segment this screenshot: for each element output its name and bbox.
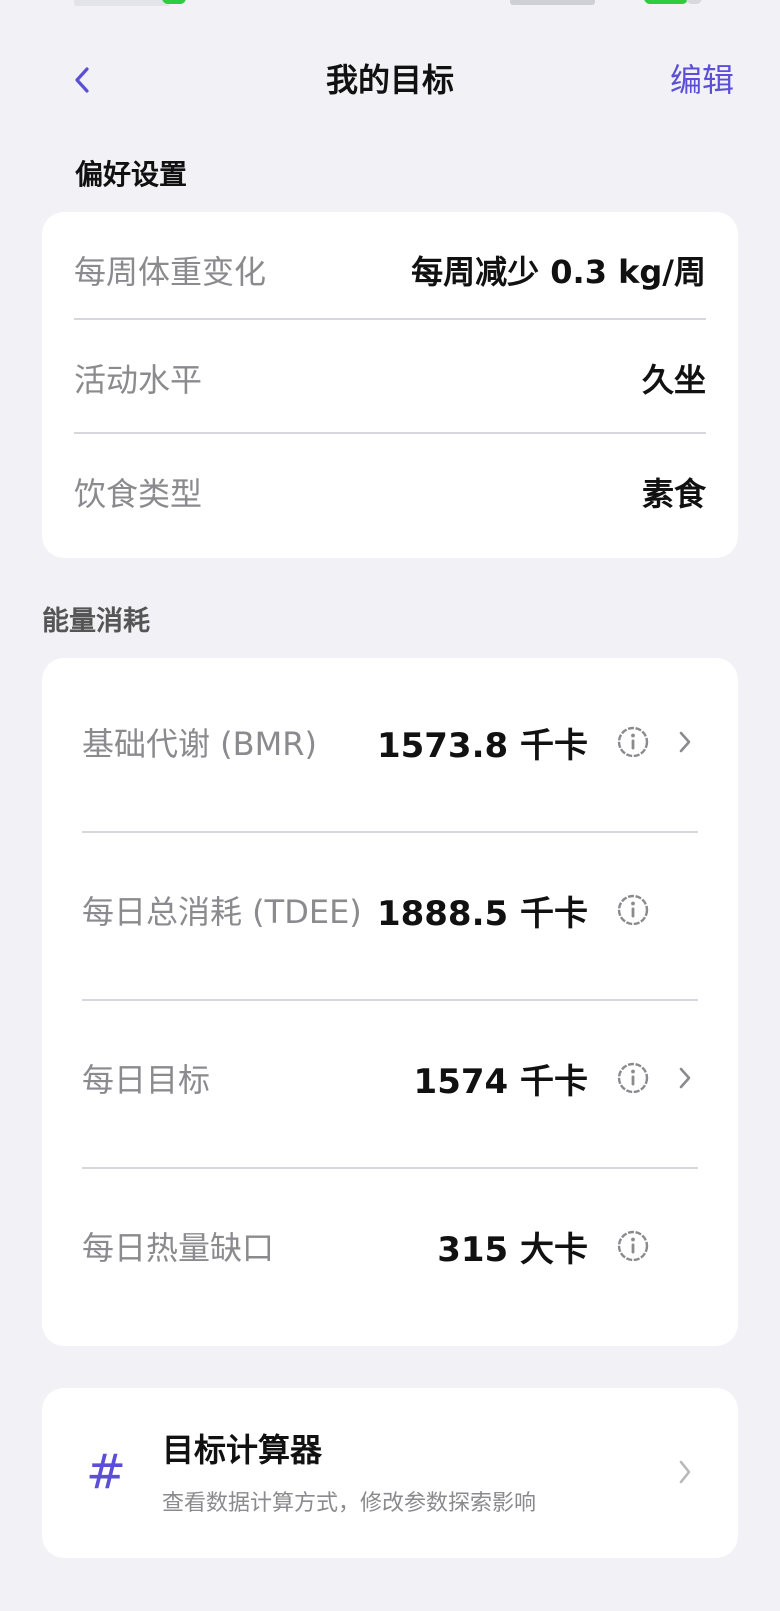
row-label: 活动水平 xyxy=(74,361,203,399)
diet-type-row[interactable]: 饮食类型 素食 xyxy=(74,434,706,550)
row-value: 久坐 xyxy=(641,361,706,399)
info-icon[interactable] xyxy=(616,1229,650,1263)
bmr-row[interactable]: 基础代谢 (BMR) 1573.8 千卡 xyxy=(82,658,698,826)
info-icon[interactable] xyxy=(616,1061,650,1095)
row-value: 1888.5 千卡 xyxy=(376,893,588,934)
target-calculator-row[interactable]: # 目标计算器 查看数据计算方式，修改参数探索影响 xyxy=(42,1388,738,1558)
row-label: 基础代谢 (BMR) xyxy=(82,725,317,763)
row-value: 素食 xyxy=(641,475,706,513)
energy-section-title: 能量消耗 xyxy=(42,606,150,637)
daily-target-row[interactable]: 每日目标 1574 千卡 xyxy=(82,994,698,1162)
hash-icon: # xyxy=(85,1444,127,1500)
row-value: 1574 千卡 xyxy=(413,1061,588,1102)
daily-deficit-row[interactable]: 每日热量缺口 315 大卡 xyxy=(82,1162,698,1330)
chevron-right-icon xyxy=(672,1454,698,1490)
tdee-row[interactable]: 每日总消耗 (TDEE) 1888.5 千卡 xyxy=(82,826,698,994)
status-bar xyxy=(0,0,780,14)
row-value: 1573.8 千卡 xyxy=(376,725,588,766)
activity-level-row[interactable]: 活动水平 久坐 xyxy=(74,320,706,436)
calculator-title: 目标计算器 xyxy=(162,1431,323,1469)
row-label: 每日热量缺口 xyxy=(82,1229,275,1267)
target-calculator-card: # 目标计算器 查看数据计算方式，修改参数探索影响 xyxy=(42,1388,738,1558)
preferences-section-title: 偏好设置 xyxy=(75,158,188,191)
nav-bar: 我的目标 编辑 xyxy=(0,48,780,112)
row-value: 每周减少 0.3 kg/周 xyxy=(411,253,706,291)
status-time xyxy=(74,0,170,6)
row-value: 315 大卡 xyxy=(437,1229,588,1270)
signal-icon xyxy=(510,0,595,5)
info-icon[interactable] xyxy=(616,893,650,927)
chevron-right-icon xyxy=(672,1061,698,1095)
battery-tip xyxy=(686,0,702,4)
weekly-weight-change-row[interactable]: 每周体重变化 每周减少 0.3 kg/周 xyxy=(74,212,706,328)
calculator-subtitle: 查看数据计算方式，修改参数探索影响 xyxy=(162,1491,537,1516)
page-title: 我的目标 xyxy=(325,61,454,99)
preferences-card: 每周体重变化 每周减少 0.3 kg/周 活动水平 久坐 饮食类型 素食 xyxy=(42,212,738,558)
battery-icon xyxy=(644,0,688,4)
row-label: 饮食类型 xyxy=(74,475,203,513)
edit-button[interactable]: 编辑 xyxy=(670,58,734,102)
status-indicator xyxy=(162,0,186,4)
row-label: 每日目标 xyxy=(82,1061,211,1099)
info-icon[interactable] xyxy=(616,725,650,759)
chevron-right-icon xyxy=(672,725,698,759)
row-label: 每周体重变化 xyxy=(74,253,267,291)
row-label: 每日总消耗 (TDEE) xyxy=(82,893,362,931)
energy-card: 基础代谢 (BMR) 1573.8 千卡 每日总消耗 (TDEE) 1888.5… xyxy=(42,658,738,1346)
